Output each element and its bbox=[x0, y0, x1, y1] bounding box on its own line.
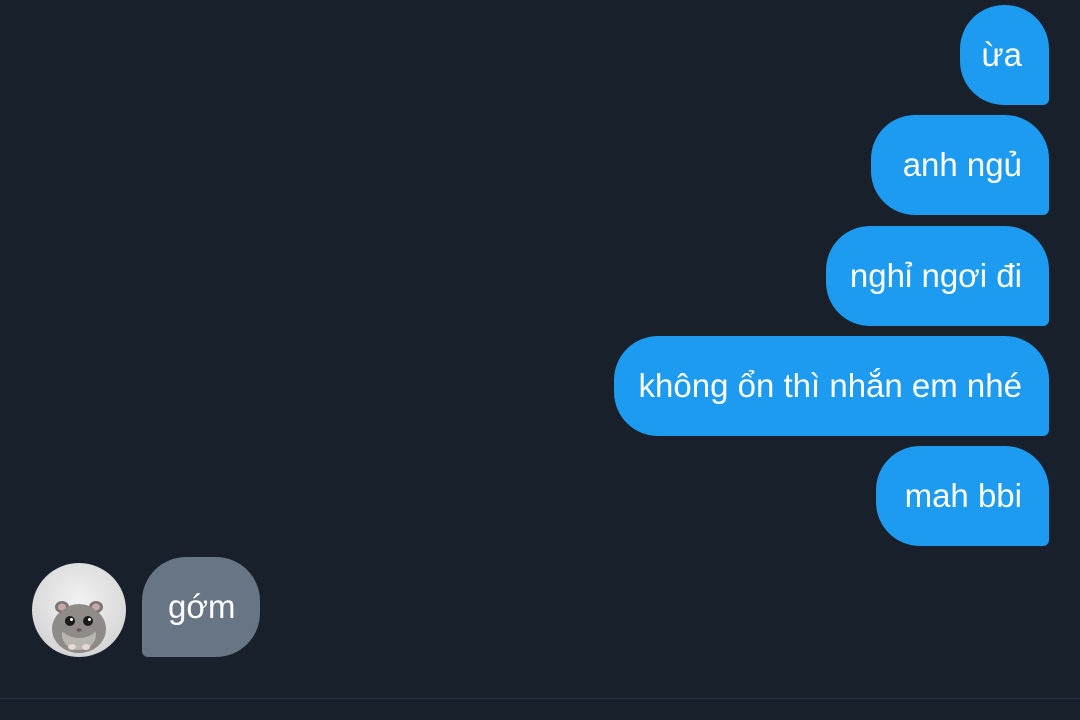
outgoing-message[interactable]: không ổn thì nhắn em nhé bbox=[614, 336, 1049, 436]
outgoing-message[interactable]: anh ngủ bbox=[871, 115, 1049, 215]
composer-divider bbox=[0, 698, 1080, 699]
chat-thread: ừa anh ngủ nghỉ ngơi đi không ổn thì nhắ… bbox=[0, 0, 1080, 720]
outgoing-message[interactable]: mah bbi bbox=[876, 446, 1049, 546]
incoming-message[interactable]: gớm bbox=[142, 557, 260, 657]
message-text: nghỉ ngơi đi bbox=[849, 257, 1022, 294]
hamster-avatar-image bbox=[52, 601, 106, 653]
outgoing-message[interactable]: nghỉ ngơi đi bbox=[826, 226, 1049, 326]
message-text: anh ngủ bbox=[902, 146, 1022, 183]
message-text: gớm bbox=[168, 588, 236, 625]
outgoing-message[interactable]: ừa bbox=[960, 5, 1049, 105]
message-text: mah bbi bbox=[904, 477, 1022, 514]
message-text: không ổn thì nhắn em nhé bbox=[638, 367, 1022, 404]
hamster-avatar-icon[interactable] bbox=[32, 563, 126, 657]
message-text: ừa bbox=[981, 36, 1022, 73]
